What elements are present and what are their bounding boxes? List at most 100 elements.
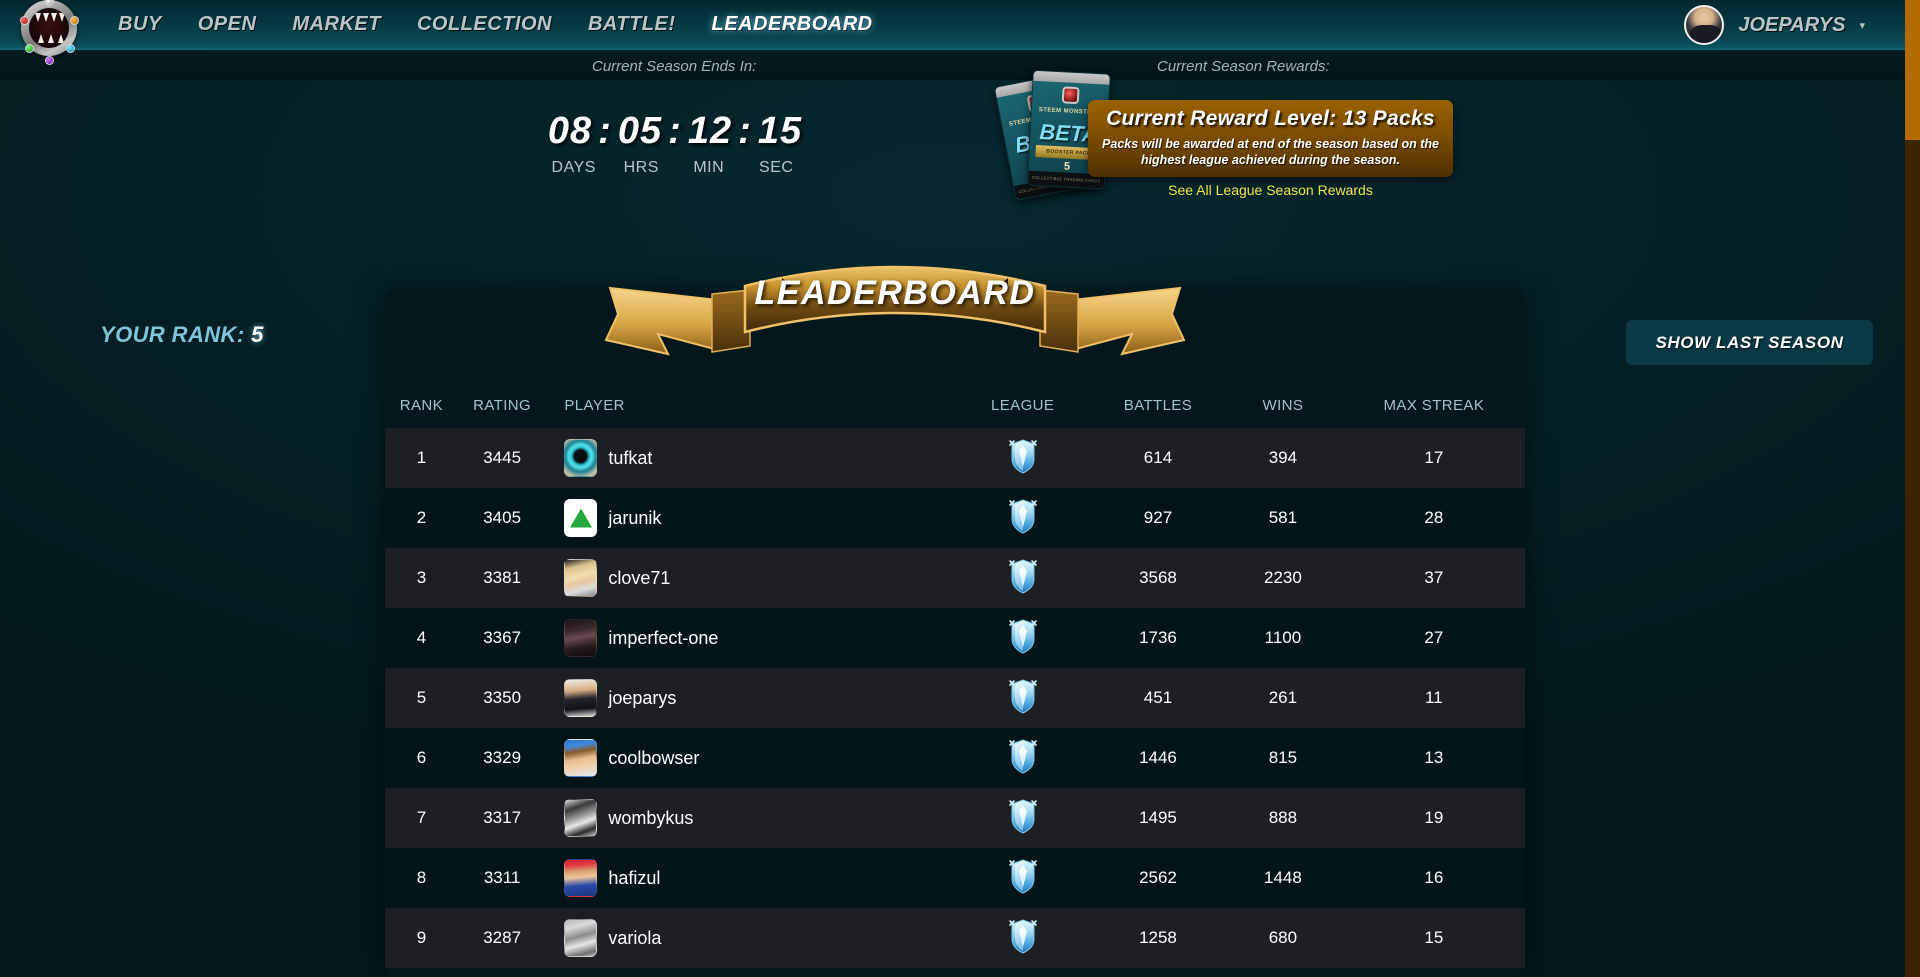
countdown-sep-3: : <box>738 110 752 152</box>
logo-monster-mouth <box>29 8 69 48</box>
countdown-sep-1: : <box>598 110 612 152</box>
cell-player[interactable]: clove71 <box>546 548 952 608</box>
show-last-season-button[interactable]: SHOW LAST SEASON <box>1626 320 1873 365</box>
cell-player[interactable]: wombykus <box>546 788 952 848</box>
cell-league <box>952 728 1093 788</box>
cell-league <box>952 668 1093 728</box>
column-header-battles: BATTLES <box>1123 397 1193 414</box>
player-avatar <box>564 919 598 957</box>
cell-battles: 927 <box>1143 508 1173 527</box>
player-avatar <box>564 739 598 777</box>
league-shield-icon <box>1008 617 1038 655</box>
cell-player[interactable]: coolbowser <box>546 728 952 788</box>
league-shield-icon <box>1008 557 1038 595</box>
table-row[interactable]: 9 3287 variola 1258 680 15 <box>385 908 1525 968</box>
nav-link-battle[interactable]: BATTLE! <box>570 13 694 36</box>
splinterlands-logo-icon[interactable] <box>14 0 84 65</box>
cell-battles: 1495 <box>1139 808 1177 827</box>
table-row[interactable]: 6 3329 coolbowser 1446 815 13 <box>385 728 1525 788</box>
cell-player[interactable]: joeparys <box>546 668 952 728</box>
countdown-seconds: 15 <box>757 110 803 152</box>
user-name-label: JOEPARYS <box>1738 13 1846 36</box>
user-avatar <box>1684 5 1725 45</box>
cell-rating: 3367 <box>483 628 522 647</box>
leaderboard-table-body: 1 3445 tufkat 614 394 17 2 3405 jarunik 927 581 28 3… <box>385 428 1525 968</box>
table-row[interactable]: 3 3381 clove71 3568 2230 37 <box>385 548 1525 608</box>
player-name: coolbowser <box>608 747 700 768</box>
user-menu[interactable]: JOEPARYS ▾ <box>1684 5 1865 45</box>
see-all-league-rewards-link[interactable]: See All League Season Rewards <box>1088 182 1453 198</box>
logo-gem-green <box>25 44 34 53</box>
column-header-wins: WINS <box>1262 397 1304 414</box>
logo-gem-red <box>20 16 29 25</box>
cell-league <box>952 788 1093 848</box>
season-ends-label: Current Season Ends In: <box>592 58 757 75</box>
cell-battles: 614 <box>1143 448 1173 467</box>
countdown-label-days: DAYS <box>551 159 596 176</box>
nav-link-market[interactable]: MARKET <box>274 13 399 36</box>
player-avatar <box>564 679 598 717</box>
countdown-hours: 05 <box>617 110 663 152</box>
cell-battles: 2562 <box>1139 868 1177 887</box>
table-row[interactable]: 5 3350 joeparys 451 261 11 <box>385 668 1525 728</box>
cell-player[interactable]: jarunik <box>546 488 952 548</box>
cell-player[interactable]: imperfect-one <box>546 608 952 668</box>
table-row[interactable]: 1 3445 tufkat 614 394 17 <box>385 428 1525 488</box>
logo-gem-orange <box>70 16 79 25</box>
column-header-streak: MAX STREAK <box>1383 397 1485 414</box>
cell-player[interactable]: variola <box>546 908 952 968</box>
cell-league <box>952 848 1093 908</box>
table-row[interactable]: 4 3367 imperfect-one 1736 1100 27 <box>385 608 1525 668</box>
cell-wins: 680 <box>1268 928 1298 947</box>
cell-rank: 5 <box>416 688 427 707</box>
cell-rating: 3350 <box>483 688 522 707</box>
cell-battles: 1736 <box>1139 628 1177 647</box>
countdown-digits: 08 : 05 : 12 : 15 <box>540 110 810 153</box>
cell-rating: 3381 <box>483 568 522 587</box>
cell-wins: 1448 <box>1263 868 1302 887</box>
table-row[interactable]: 7 3317 wombykus 1495 888 19 <box>385 788 1525 848</box>
cell-player[interactable]: hafizul <box>546 848 952 908</box>
league-shield-icon <box>1008 737 1038 775</box>
cell-max-streak: 37 <box>1424 568 1444 587</box>
cell-rating: 3445 <box>483 448 522 467</box>
cell-wins: 394 <box>1268 448 1298 467</box>
cell-max-streak: 11 <box>1425 688 1443 707</box>
player-avatar <box>564 799 598 837</box>
player-name: imperfect-one <box>608 627 719 648</box>
leaderboard-table: RANK RATING PLAYER LEAGUE BATTLES WINS M… <box>385 385 1525 968</box>
nav-link-buy[interactable]: BUY <box>100 13 180 36</box>
cell-rating: 3287 <box>483 928 522 947</box>
nav-link-collection[interactable]: COLLECTION <box>399 13 570 36</box>
cell-rating: 3329 <box>483 748 522 767</box>
cell-league <box>952 908 1093 968</box>
your-rank: YOUR RANK: 5 <box>100 322 264 348</box>
cell-league <box>952 608 1093 668</box>
page-scrollbar-thumb[interactable] <box>1905 0 1920 140</box>
player-avatar <box>564 859 598 897</box>
cell-max-streak: 17 <box>1424 448 1444 467</box>
nav-link-leaderboard[interactable]: LEADERBOARD <box>694 13 891 36</box>
cell-player[interactable]: tufkat <box>546 428 952 488</box>
cell-rank: 4 <box>416 628 427 647</box>
cell-wins: 261 <box>1268 688 1298 707</box>
cell-max-streak: 28 <box>1424 508 1444 527</box>
leaderboard-table-head: RANK RATING PLAYER LEAGUE BATTLES WINS M… <box>385 385 1525 428</box>
your-rank-label: YOUR RANK: <box>100 322 245 347</box>
cell-max-streak: 27 <box>1424 628 1444 647</box>
nav-link-open[interactable]: OPEN <box>180 13 275 36</box>
reward-level-description: Packs will be awarded at end of the seas… <box>1102 137 1439 167</box>
player-name: clove71 <box>608 567 671 588</box>
league-shield-icon <box>1008 857 1038 895</box>
cell-battles: 1446 <box>1139 748 1177 767</box>
countdown-minutes: 12 <box>687 110 733 152</box>
cell-rating: 3317 <box>483 808 522 827</box>
reward-level-box: Current Reward Level: 13 Packs Packs wil… <box>1088 100 1453 177</box>
player-name: jarunik <box>608 507 662 528</box>
page-scrollbar-track[interactable] <box>1905 0 1920 977</box>
table-row[interactable]: 2 3405 jarunik 927 581 28 <box>385 488 1525 548</box>
cell-rank: 3 <box>416 568 427 587</box>
table-row[interactable]: 8 3311 hafizul 2562 1448 16 <box>385 848 1525 908</box>
player-avatar <box>564 559 598 597</box>
season-rewards-panel: STEEM MONSTERS BETA COLLECTIBLE TRADING … <box>993 60 1460 220</box>
